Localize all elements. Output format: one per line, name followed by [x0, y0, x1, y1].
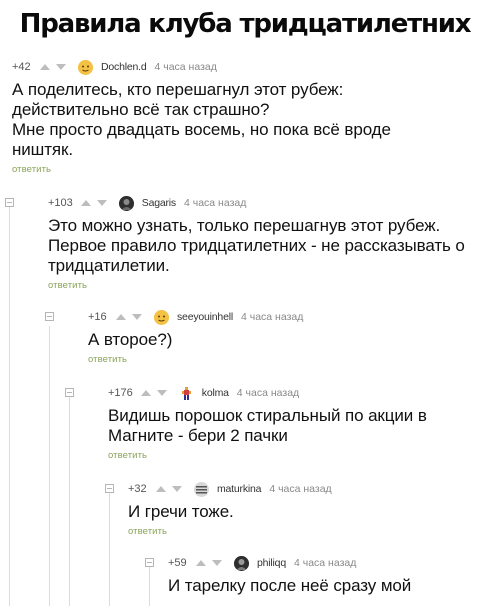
comment-time[interactable]: 4 часа назад	[154, 61, 216, 73]
striped-avatar-icon[interactable]	[194, 481, 209, 497]
comment-rating: +32	[128, 483, 147, 495]
upvote-icon[interactable]	[40, 64, 50, 70]
vote-controls	[80, 200, 107, 206]
comment-meta: +42 Dochlen.d 4 часа назад	[12, 58, 482, 76]
vote-controls	[156, 486, 182, 492]
reply-link[interactable]: ответить	[48, 280, 482, 291]
comment: +32 maturkina 4 часа назад И гречи тоже.…	[128, 480, 482, 537]
comment-author[interactable]: kolma	[202, 387, 229, 399]
comment-author[interactable]: seeyouinhell	[177, 311, 233, 323]
comment-author[interactable]: Sagaris	[142, 197, 176, 209]
comment-time[interactable]: 4 часа назад	[241, 311, 303, 323]
pixel-figure-icon[interactable]	[179, 386, 194, 401]
comment-text: Видишь порошок стиральный по акции в Маг…	[108, 406, 427, 445]
comment-rating: +59	[168, 557, 187, 569]
comment: +42 Dochlen.d 4 часа назад А поделитесь,…	[12, 58, 482, 175]
upvote-icon[interactable]	[196, 560, 206, 566]
vote-controls	[40, 64, 66, 70]
reply-link[interactable]: ответить	[128, 526, 482, 537]
collapse-toggle[interactable]	[5, 198, 14, 207]
dark-avatar-icon[interactable]	[234, 555, 249, 571]
dark-avatar-icon[interactable]	[118, 195, 134, 211]
comment-meta: +16 seeyouinhell 4 часа назад	[88, 308, 482, 326]
comment-text-line: А поделитесь, кто перешагнул этот рубеж:…	[12, 80, 344, 119]
comment-time[interactable]: 4 часа назад	[269, 483, 331, 495]
collapse-toggle[interactable]	[65, 388, 74, 397]
collapse-toggle[interactable]	[145, 558, 154, 567]
thread-line	[9, 206, 10, 606]
comment-meta: +176 kolma 4 часа назад	[108, 384, 482, 402]
yellow-face-icon[interactable]	[154, 309, 169, 325]
comment-meta: +103 Sagaris 4 часа назад	[48, 194, 482, 212]
downvote-icon[interactable]	[96, 200, 107, 206]
upvote-icon[interactable]	[80, 200, 91, 206]
comment: +16 seeyouinhell 4 часа назад А второе?)…	[88, 308, 482, 365]
comment-text: Это можно узнать, только перешагнув этот…	[48, 216, 465, 275]
reply-link[interactable]: ответить	[108, 450, 482, 461]
comment-rating: +42	[12, 61, 31, 73]
comment-text: А второе?)	[88, 330, 173, 349]
vote-controls	[140, 390, 167, 396]
thread-line	[149, 566, 150, 606]
comment-rating: +103	[48, 197, 73, 209]
yellow-face-icon[interactable]	[78, 59, 93, 75]
comment: +103 Sagaris 4 часа назад Это можно узна…	[48, 194, 482, 291]
comment-text: А поделитесь, кто перешагнул этот рубеж:…	[12, 80, 432, 160]
comment-time[interactable]: 4 часа назад	[184, 197, 246, 209]
comment-text-line: Мне просто двадцать восемь, но пока всё …	[12, 120, 391, 159]
comment-meta: +32 maturkina 4 часа назад	[128, 480, 482, 498]
comment-time[interactable]: 4 часа назад	[237, 387, 299, 399]
downvote-icon[interactable]	[132, 314, 142, 320]
comment-author[interactable]: philiqq	[257, 557, 286, 569]
downvote-icon[interactable]	[212, 560, 222, 566]
upvote-icon[interactable]	[140, 390, 151, 396]
thread-line	[49, 326, 50, 606]
upvote-icon[interactable]	[156, 486, 166, 492]
comment-text: И тарелку после неё сразу мой	[168, 576, 412, 595]
thread-line	[69, 396, 70, 606]
upvote-icon[interactable]	[116, 314, 126, 320]
comment-author[interactable]: Dochlen.d	[101, 61, 147, 73]
comment-meta: +59 philiqq 4 часа назад	[168, 554, 482, 572]
comment-rating: +176	[108, 387, 133, 399]
collapse-toggle[interactable]	[45, 312, 54, 321]
vote-controls	[116, 314, 142, 320]
downvote-icon[interactable]	[156, 390, 167, 396]
comment: +59 philiqq 4 часа назад И тарелку после…	[168, 554, 482, 596]
vote-controls	[196, 560, 222, 566]
collapse-toggle[interactable]	[105, 484, 114, 493]
downvote-icon[interactable]	[56, 64, 66, 70]
comment-time[interactable]: 4 часа назад	[294, 557, 356, 569]
comment-author[interactable]: maturkina	[217, 483, 262, 495]
reply-link[interactable]: ответить	[12, 164, 482, 175]
comment-rating: +16	[88, 311, 107, 323]
comment-text: И гречи тоже.	[128, 502, 234, 521]
reply-link[interactable]: ответить	[88, 354, 482, 365]
comment: +176 kolma 4 часа назад Видишь порошок с…	[108, 384, 482, 461]
thread-line	[109, 492, 110, 606]
page-title: Правила клуба тридцатилетних	[19, 9, 472, 39]
downvote-icon[interactable]	[172, 486, 182, 492]
